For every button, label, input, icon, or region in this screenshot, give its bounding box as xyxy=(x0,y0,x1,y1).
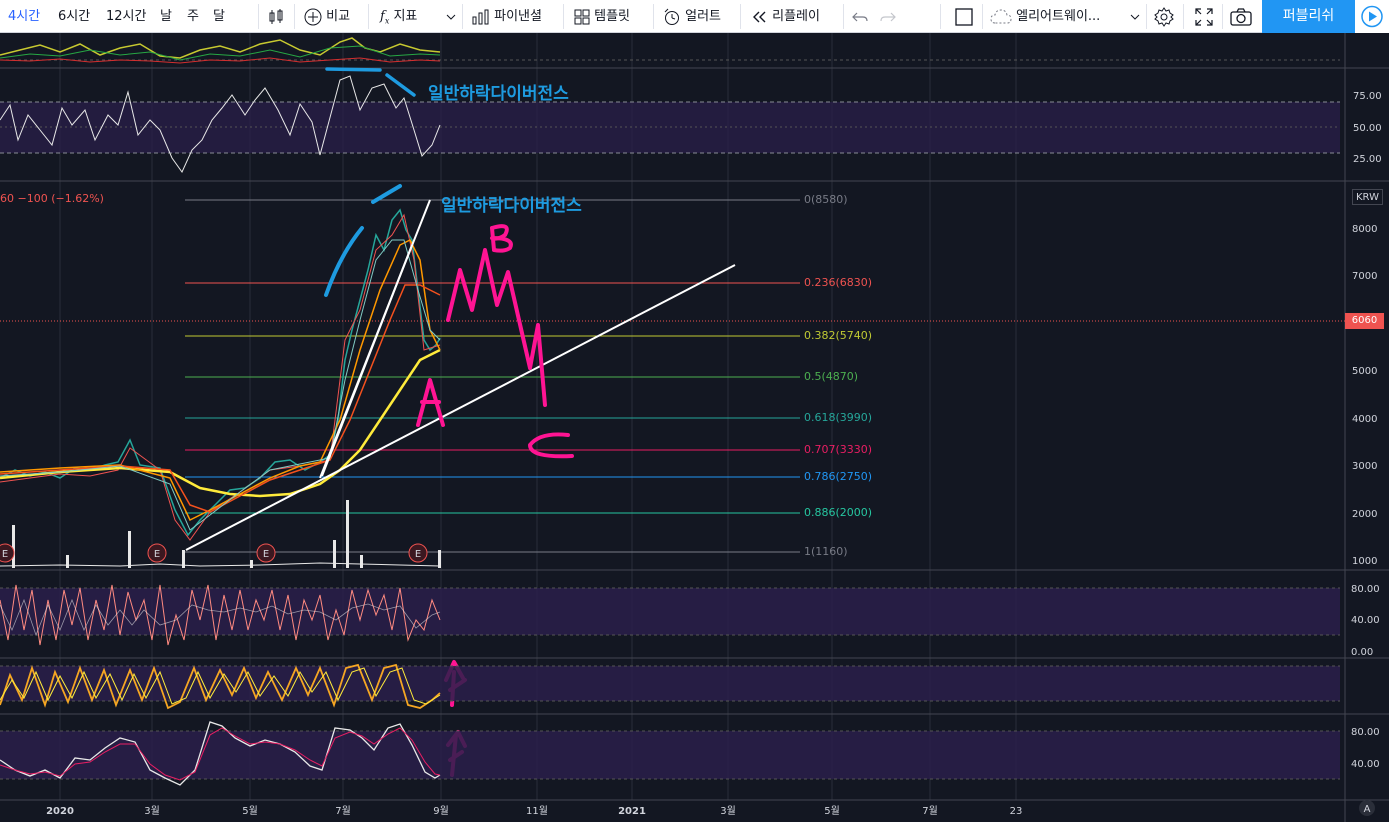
candle-style-icon[interactable] xyxy=(268,0,284,33)
bar-chart-icon xyxy=(472,9,489,24)
templates-button[interactable]: 템플릿 xyxy=(574,0,630,33)
settings-gear-icon[interactable] xyxy=(1154,0,1174,33)
ma-red xyxy=(0,284,441,513)
svg-text:9월: 9월 xyxy=(433,805,449,817)
svg-text:7000: 7000 xyxy=(1352,271,1377,282)
grid-icon xyxy=(574,9,590,24)
svg-text:5000: 5000 xyxy=(1352,366,1377,377)
fib-level-05: 0.5(4870) xyxy=(804,370,859,383)
trendlines xyxy=(185,199,736,551)
fx-icon: fx xyxy=(380,9,390,26)
redo-icon[interactable] xyxy=(880,0,896,33)
oscillator-pane-1 xyxy=(0,584,1340,646)
replay-button[interactable]: 리플레이 xyxy=(752,0,820,33)
publish-button[interactable]: 퍼블리쉬 xyxy=(1262,0,1355,33)
play-button[interactable] xyxy=(1355,0,1389,33)
templates-label: 템플릿 xyxy=(594,9,631,24)
divergence-annotation-rsi: 일반하락다이버전스 xyxy=(428,84,569,104)
svg-text:3000: 3000 xyxy=(1352,461,1377,472)
svg-text:2020: 2020 xyxy=(46,806,74,817)
svg-text:3월: 3월 xyxy=(720,805,736,817)
camera-icon[interactable] xyxy=(1230,0,1252,33)
ma-orange xyxy=(0,238,441,522)
plus-circle-icon xyxy=(304,8,322,25)
interval-12h[interactable]: 12시간 xyxy=(106,0,146,33)
top-oscillator-pane xyxy=(0,37,1340,97)
indicators-button[interactable]: fx 지표 xyxy=(380,0,417,33)
fib-lines xyxy=(185,199,800,553)
rewind-icon xyxy=(753,11,766,22)
svg-text:E: E xyxy=(2,549,8,560)
interval-day[interactable]: 날 xyxy=(160,0,172,33)
compare-label: 비교 xyxy=(326,9,351,24)
alert-button[interactable]: 얼러트 xyxy=(663,0,721,33)
fib-level-0236: 0.236(6830) xyxy=(804,276,873,289)
svg-text:23: 23 xyxy=(1010,806,1023,817)
financials-button[interactable]: 파이낸셜 xyxy=(472,0,542,33)
svg-text:80.00: 80.00 xyxy=(1351,584,1380,595)
indicators-label: 지표 xyxy=(393,9,418,24)
layout-select[interactable]: 엘리어트웨이... xyxy=(990,0,1100,33)
svg-text:7월: 7월 xyxy=(335,805,351,817)
svg-text:75.00: 75.00 xyxy=(1353,91,1382,102)
currency-badge[interactable]: KRW xyxy=(1352,189,1383,205)
replay-label: 리플레이 xyxy=(772,9,820,24)
top-toolbar: 4시간 6시간 12시간 날 주 달 비교 fx 지표 파이낸셜 템플릿 얼러트… xyxy=(0,0,1389,33)
oscillator-pane-2 xyxy=(0,663,1340,710)
current-price-label: 6060 xyxy=(1345,313,1384,329)
oscillator-pane-3 xyxy=(0,721,1340,786)
svg-text:1000: 1000 xyxy=(1352,556,1377,567)
cloud-icon xyxy=(990,8,1012,23)
play-circle-icon xyxy=(1361,5,1383,28)
svg-text:40.00: 40.00 xyxy=(1351,615,1380,626)
ohlc-change: 60 −100 (−1.62%) xyxy=(0,192,104,205)
compare-button[interactable]: 비교 xyxy=(304,0,350,33)
svg-text:0.00: 0.00 xyxy=(1351,647,1373,658)
fib-level-0618: 0.618(3990) xyxy=(804,411,873,424)
svg-text:E: E xyxy=(415,549,421,560)
svg-text:E: E xyxy=(154,549,160,560)
expand-icon[interactable] xyxy=(1195,0,1213,33)
interval-6h[interactable]: 6시간 xyxy=(58,0,90,33)
fib-level-0886: 0.886(2000) xyxy=(804,506,873,519)
svg-text:E: E xyxy=(263,549,269,560)
svg-text:11월: 11월 xyxy=(526,805,548,817)
layout-label: 엘리어트웨이... xyxy=(1016,9,1101,24)
financials-label: 파이낸셜 xyxy=(494,9,542,24)
fib-level-0: 0(8580) xyxy=(804,193,848,206)
svg-text:50.00: 50.00 xyxy=(1353,123,1382,134)
volume-bars xyxy=(0,500,441,568)
alert-label: 얼러트 xyxy=(685,9,722,24)
auto-scale-button: A xyxy=(1364,804,1371,815)
interval-4h[interactable]: 4시간 xyxy=(8,0,40,33)
interval-week[interactable]: 주 xyxy=(187,0,199,33)
alarm-clock-icon xyxy=(664,8,679,25)
divergence-annotation-main: 일반하락다이버전스 xyxy=(441,196,582,216)
undo-icon[interactable] xyxy=(852,0,868,33)
layout-chevron-icon[interactable] xyxy=(1130,0,1140,33)
fib-level-0786: 0.786(2750) xyxy=(804,470,873,483)
chevron-down-icon[interactable] xyxy=(446,0,456,33)
divergence-mark-main xyxy=(324,184,402,297)
svg-text:2021: 2021 xyxy=(618,806,646,817)
svg-text:25.00: 25.00 xyxy=(1353,154,1382,165)
fib-level-0707: 0.707(3330) xyxy=(804,443,873,456)
svg-text:80.00: 80.00 xyxy=(1351,727,1380,738)
svg-text:40.00: 40.00 xyxy=(1351,759,1380,770)
time-axis[interactable]: 2020 3월 5월 7월 9월 11월 2021 3월 5월 7월 23 A xyxy=(46,800,1375,817)
interval-month[interactable]: 달 xyxy=(213,0,225,33)
svg-text:7월: 7월 xyxy=(922,805,938,817)
osc-green-line xyxy=(0,45,441,61)
svg-text:4000: 4000 xyxy=(1352,414,1377,425)
fullscreen-square-icon[interactable] xyxy=(955,0,973,33)
svg-text:2000: 2000 xyxy=(1352,509,1377,520)
svg-text:8000: 8000 xyxy=(1352,224,1377,235)
fib-level-0382: 0.382(5740) xyxy=(804,329,873,342)
svg-text:5월: 5월 xyxy=(242,805,258,817)
svg-text:5월: 5월 xyxy=(824,805,840,817)
fib-level-1: 1(1160) xyxy=(804,545,848,558)
rsi-pane xyxy=(0,75,1340,173)
chart-canvas[interactable]: E E E E 75.00 50.00 25.00 8000 7000 5000… xyxy=(0,33,1389,822)
svg-text:3월: 3월 xyxy=(144,805,160,817)
